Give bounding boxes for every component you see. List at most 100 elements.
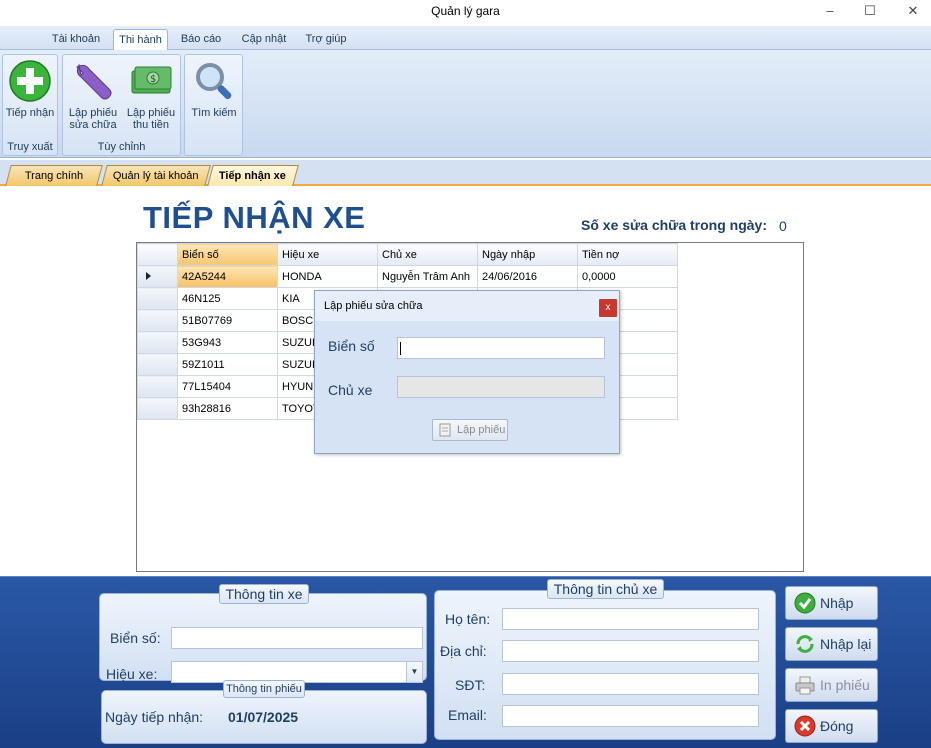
- dialog-owner-label: Chủ xe: [328, 382, 373, 398]
- close-button[interactable]: Đóng: [785, 709, 878, 743]
- cell-owner[interactable]: Nguyễn Trâm Anh: [377, 265, 478, 288]
- document-tabs: Trang chính Quản lý tài khoản Tiếp nhận …: [0, 160, 931, 186]
- owner-name-input[interactable]: [502, 608, 759, 630]
- vehicle-brand-label: Hiệu xe:: [106, 666, 158, 682]
- refresh-icon: [794, 633, 816, 655]
- row-selector[interactable]: [137, 309, 178, 332]
- dialog-plate-input[interactable]: [397, 337, 605, 359]
- owner-address-label: Địa chỉ:: [440, 643, 487, 659]
- tab-account-management[interactable]: Quản lý tài khoản: [101, 165, 211, 186]
- reset-button[interactable]: Nhập lại: [785, 627, 878, 661]
- printer-icon: [794, 674, 816, 696]
- col-date[interactable]: Ngày nhập: [477, 243, 578, 266]
- receipt-info-panel: Ngày tiếp nhận: 01/07/2025: [101, 690, 427, 744]
- menu-tab-help[interactable]: Trợ giúp: [300, 29, 352, 51]
- submit-button[interactable]: Nhập: [785, 586, 878, 620]
- receive-button[interactable]: Tiếp nhận: [3, 57, 57, 137]
- cell-debt[interactable]: 0,0000: [577, 265, 678, 288]
- owner-phone-label: SĐT:: [455, 677, 486, 693]
- cell-plate[interactable]: 93h28816: [177, 397, 278, 420]
- cell-plate[interactable]: 59Z1011: [177, 353, 278, 376]
- tab-home[interactable]: Trang chính: [5, 165, 103, 186]
- create-repair-button[interactable]: Lập phiếu sửa chữa: [65, 57, 121, 137]
- close-label: Đóng: [820, 718, 854, 734]
- tab-vehicle-reception[interactable]: Tiếp nhận xe: [207, 165, 299, 186]
- cell-date[interactable]: 24/06/2016: [477, 265, 578, 288]
- dialog-create-label: Lập phiếu: [457, 424, 506, 436]
- dialog-plate-label: Biển số: [328, 338, 375, 354]
- vehicle-plate-input[interactable]: [171, 627, 423, 649]
- row-selector[interactable]: [137, 331, 178, 354]
- cell-plate[interactable]: 51B07769: [177, 309, 278, 332]
- cell-plate[interactable]: 77L15404: [177, 375, 278, 398]
- menu-tab-account[interactable]: Tài khoản: [46, 29, 106, 51]
- check-icon: [794, 592, 816, 614]
- owner-email-input[interactable]: [502, 705, 759, 727]
- col-debt[interactable]: Tiền nợ: [577, 243, 678, 266]
- close-window-button[interactable]: ✕: [893, 0, 931, 24]
- owner-info-caption: Thông tin chủ xe: [547, 579, 664, 599]
- grid-corner: [137, 243, 178, 266]
- col-owner[interactable]: Chủ xe: [377, 243, 478, 266]
- search-label: Tìm kiếm: [191, 107, 237, 119]
- svg-text:$: $: [150, 74, 156, 85]
- group-label-access: Truy xuất: [7, 141, 53, 153]
- print-label: In phiếu: [820, 677, 870, 693]
- owner-name-label: Họ tên:: [445, 611, 491, 627]
- create-repair-label-1: Lập phiếu: [68, 107, 118, 119]
- dialog-owner-input: [397, 376, 605, 398]
- owner-phone-input[interactable]: [502, 673, 759, 695]
- row-selector[interactable]: [137, 287, 178, 310]
- cell-plate[interactable]: 53G943: [177, 331, 278, 354]
- dialog-title: Lập phiếu sửa chữa: [315, 291, 619, 321]
- create-payment-label-2: thu tiền: [132, 119, 170, 131]
- create-repair-label-2: sửa chữa: [69, 119, 117, 131]
- receipt-date-label: Ngày tiếp nhận:: [105, 709, 204, 725]
- cell-plate[interactable]: 46N125: [177, 287, 278, 310]
- window-title: Quản lý gara: [431, 4, 500, 18]
- group-label-custom: Tùy chỉnh: [97, 141, 146, 153]
- search-button[interactable]: Tìm kiếm: [186, 57, 242, 137]
- row-selector[interactable]: [137, 375, 178, 398]
- daily-count-value: 0: [779, 218, 787, 234]
- ribbon-group-access: Tiếp nhận Truy xuất: [2, 54, 58, 156]
- maximize-button[interactable]: ☐: [850, 0, 890, 24]
- reset-label: Nhập lại: [820, 636, 872, 652]
- owner-info-panel: Họ tên: Địa chỉ: SĐT: Email:: [434, 590, 776, 740]
- col-plate[interactable]: Biển số: [177, 243, 278, 266]
- submit-label: Nhập: [820, 595, 854, 611]
- col-brand[interactable]: Hiệu xe: [277, 243, 378, 266]
- menu-tab-report[interactable]: Báo cáo: [175, 29, 227, 51]
- table-row[interactable]: 42A5244 HONDA Nguyễn Trâm Anh 24/06/2016…: [137, 265, 678, 288]
- receipt-date-value[interactable]: 01/07/2025: [228, 709, 298, 725]
- cell-brand[interactable]: HONDA: [277, 265, 378, 288]
- owner-email-label: Email:: [448, 707, 487, 723]
- repair-slip-dialog: Lập phiếu sửa chữa x Biển số Chủ xe Lập …: [314, 290, 620, 454]
- dialog-close-button[interactable]: x: [599, 299, 617, 317]
- row-selector[interactable]: [137, 397, 178, 420]
- bottom-panel: Biển số: Hiệu xe: ▼ Thông tin xe Ngày ti…: [0, 576, 931, 748]
- title-bar: Quản lý gara: [0, 0, 931, 24]
- wrench-icon: [71, 59, 115, 103]
- print-button[interactable]: In phiếu: [785, 668, 878, 702]
- tab-home-label: Trang chính: [24, 170, 84, 182]
- tab-vehicle-reception-label: Tiếp nhận xe: [219, 170, 287, 182]
- vehicle-plate-label: Biển số:: [110, 630, 161, 646]
- minimize-button[interactable]: –: [810, 0, 850, 24]
- ribbon: Tiếp nhận Truy xuất Lập phiếu sửa chữa $…: [0, 50, 931, 158]
- menu-tab-execute[interactable]: Thi hành: [113, 29, 168, 51]
- daily-count-label: Số xe sửa chữa trong ngày:: [581, 217, 767, 233]
- owner-address-input[interactable]: [502, 640, 759, 662]
- page-title: TIẾP NHẬN XE: [143, 200, 366, 235]
- chevron-down-icon[interactable]: ▼: [406, 662, 422, 682]
- magnifier-icon: [192, 59, 236, 103]
- row-selector[interactable]: [137, 353, 178, 376]
- cell-plate[interactable]: 42A5244: [177, 265, 278, 288]
- row-selector[interactable]: [137, 265, 178, 288]
- create-payment-label-1: Lập phiếu: [126, 107, 176, 119]
- tab-account-management-label: Quản lý tài khoản: [113, 170, 199, 182]
- vehicle-info-panel: Biển số: Hiệu xe: ▼: [99, 593, 427, 683]
- menu-tab-update[interactable]: Cập nhật: [236, 29, 292, 51]
- create-payment-button[interactable]: $ Lập phiếu thu tiền: [123, 57, 179, 137]
- dialog-create-button[interactable]: Lập phiếu: [432, 419, 508, 441]
